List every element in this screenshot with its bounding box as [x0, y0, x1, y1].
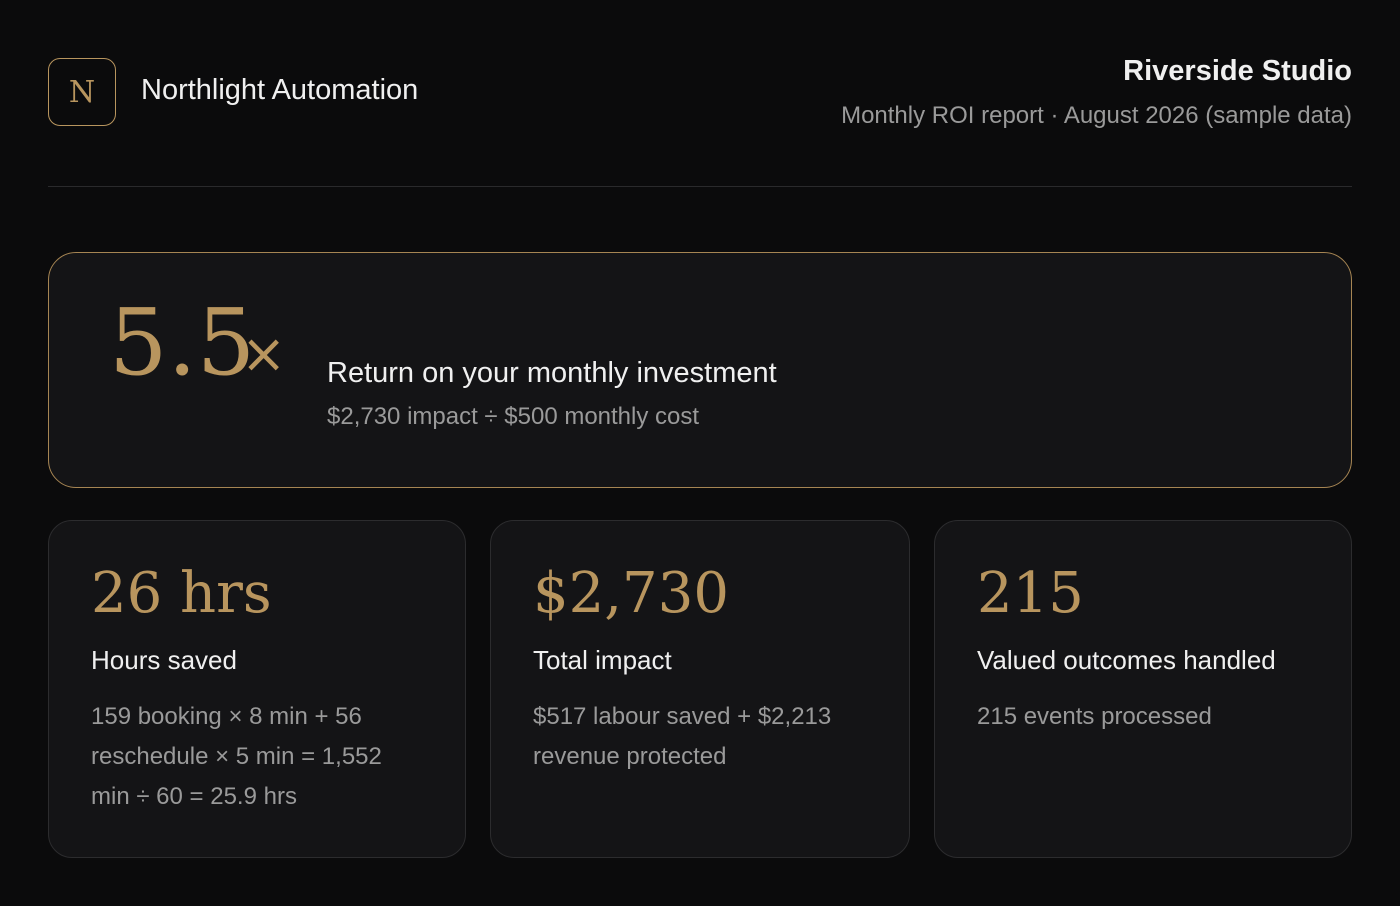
metric-value: 215: [977, 561, 1084, 626]
metric-card-hours-saved: 26 hrs Hours saved 159 booking × 8 min +…: [48, 520, 466, 858]
metric-label: Valued outcomes handled: [977, 645, 1276, 675]
metric-label: Hours saved: [91, 645, 237, 675]
metric-card-outcomes-handled: 215 Valued outcomes handled 215 events p…: [934, 520, 1352, 858]
roi-report-page: N Northlight Automation Riverside Studio…: [0, 0, 1400, 906]
metric-value: $2,730: [533, 561, 729, 626]
roi-summary-card: 5.5 × Return on your monthly investment …: [48, 252, 1352, 488]
roi-title: Return on your monthly investment: [327, 357, 777, 389]
roi-multiplier-value: 5.5: [109, 289, 256, 396]
report-subtitle: Monthly ROI report · August 2026 (sample…: [841, 102, 1352, 129]
header-divider: [48, 186, 1352, 187]
metric-label: Total impact: [533, 645, 672, 675]
metric-detail: 159 booking × 8 min + 56 reschedule × 5 …: [91, 703, 382, 810]
roi-formula: $2,730 impact ÷ $500 monthly cost: [327, 403, 700, 430]
brand-logo: N: [48, 58, 116, 126]
brand-name: Northlight Automation: [141, 74, 419, 106]
metric-detail: 215 events processed: [977, 703, 1212, 730]
client-name: Riverside Studio: [1123, 55, 1352, 87]
metric-card-total-impact: $2,730 Total impact $517 labour saved + …: [490, 520, 910, 858]
metric-detail: $517 labour saved + $2,213 revenue prote…: [533, 703, 832, 770]
metric-value: 26 hrs: [91, 561, 272, 626]
roi-multiplier-suffix: ×: [241, 322, 287, 385]
